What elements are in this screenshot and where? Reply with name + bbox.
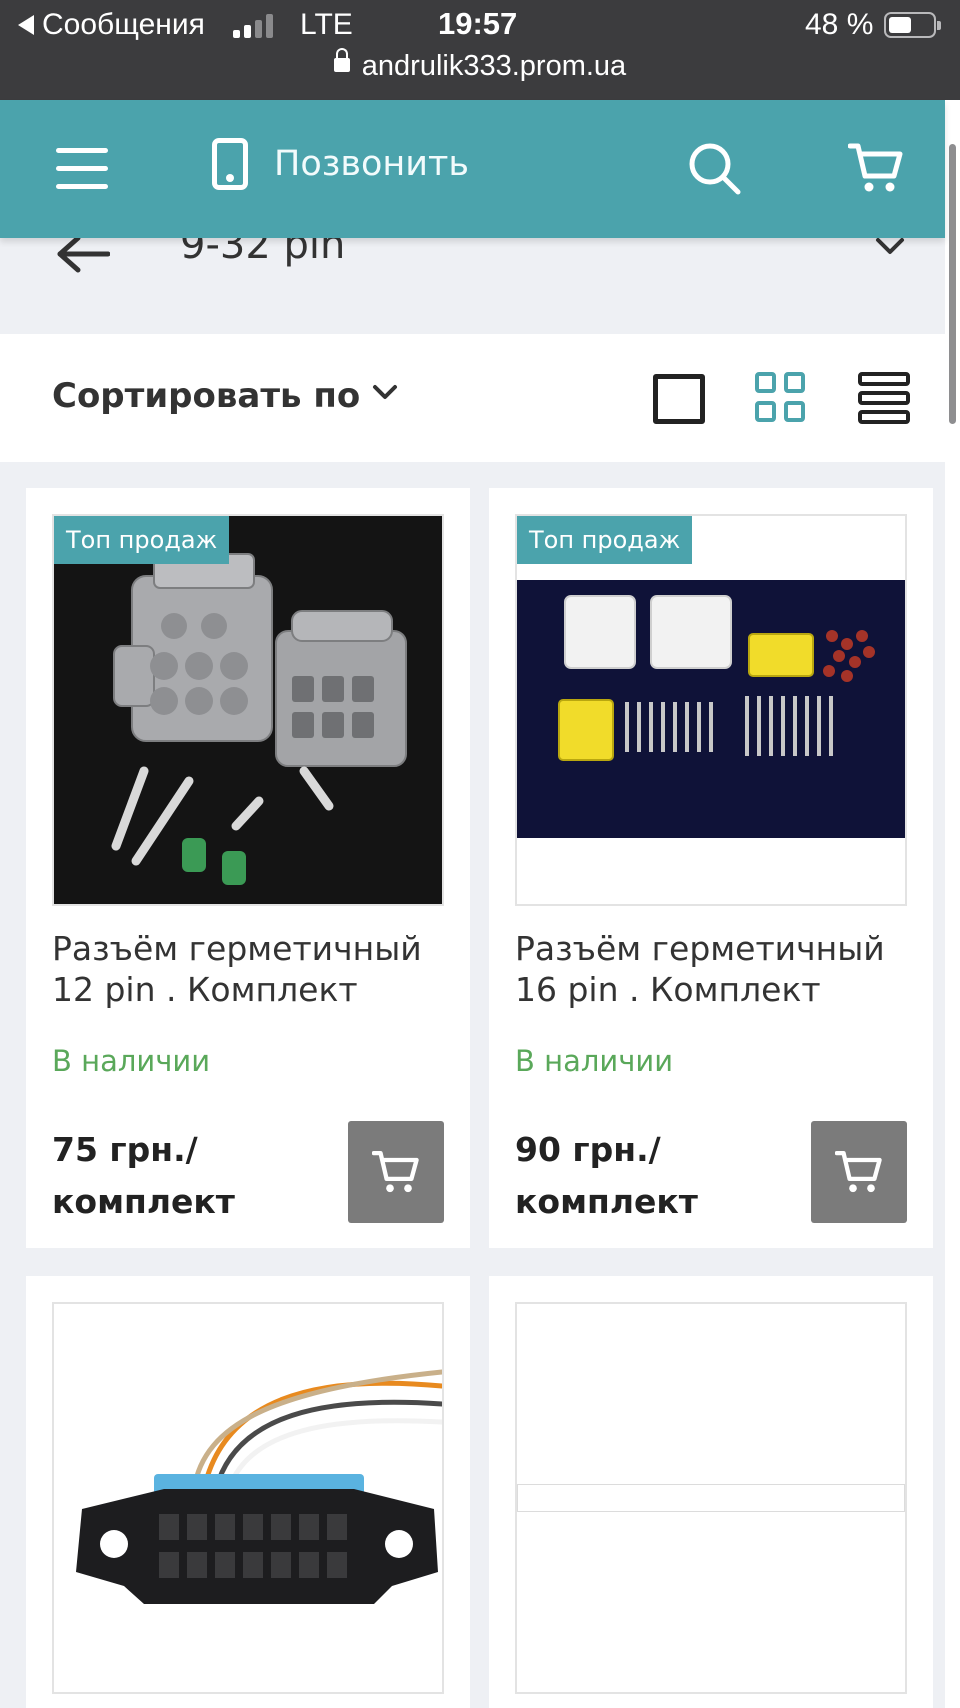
price-amount: 90 грн./ bbox=[515, 1130, 661, 1169]
add-to-cart-button[interactable] bbox=[811, 1121, 907, 1223]
stock-status: В наличии bbox=[515, 1044, 674, 1078]
connector-12pin-photo bbox=[54, 516, 442, 904]
product-price: 75 грн./ комплект bbox=[52, 1124, 235, 1228]
back-arrow-icon[interactable] bbox=[56, 238, 110, 274]
product-card[interactable] bbox=[489, 1276, 933, 1708]
product-image[interactable] bbox=[52, 1302, 444, 1694]
chevron-down-icon[interactable] bbox=[372, 384, 398, 402]
call-label: Позвонить bbox=[274, 144, 470, 184]
sort-bar: Сортировать по bbox=[0, 334, 945, 462]
product-title[interactable]: Разъём герметичный 12 pin . Комплект bbox=[52, 928, 442, 1010]
scroll-thumb[interactable] bbox=[949, 144, 956, 424]
product-image[interactable]: Топ продаж bbox=[515, 514, 907, 906]
product-card[interactable]: Топ продаж bbox=[489, 488, 933, 1248]
product-image-placeholder[interactable] bbox=[515, 1302, 907, 1694]
price-unit: комплект bbox=[515, 1182, 698, 1221]
cart-icon bbox=[835, 1151, 882, 1193]
search-icon[interactable] bbox=[688, 142, 742, 196]
product-card[interactable]: Топ продаж bbox=[26, 488, 470, 1248]
call-button[interactable]: Позвонить bbox=[212, 138, 469, 190]
menu-icon[interactable] bbox=[56, 148, 108, 190]
back-app-label: Сообщения bbox=[42, 8, 205, 41]
add-to-cart-button[interactable] bbox=[348, 1121, 444, 1223]
chevron-down-icon[interactable] bbox=[875, 238, 905, 258]
sort-dropdown[interactable]: Сортировать по bbox=[52, 376, 360, 416]
single-view-icon[interactable] bbox=[653, 374, 705, 424]
battery-icon bbox=[884, 12, 941, 38]
lock-icon bbox=[333, 48, 350, 73]
product-price: 90 грн./ комплект bbox=[515, 1124, 698, 1228]
phone-icon bbox=[212, 138, 248, 190]
connector-16pin-photo bbox=[517, 516, 905, 904]
back-to-app-button[interactable]: Сообщения bbox=[18, 8, 205, 42]
top-sales-badge: Топ продаж bbox=[54, 516, 230, 564]
price-unit: комплект bbox=[52, 1182, 235, 1221]
stock-status: В наличии bbox=[52, 1044, 211, 1078]
grid-view-icon[interactable] bbox=[755, 372, 807, 424]
price-amount: 75 грн./ bbox=[52, 1130, 198, 1169]
page-scrollbar[interactable] bbox=[945, 100, 960, 1708]
clock: 19:57 bbox=[438, 6, 518, 41]
signal-icon bbox=[233, 14, 273, 38]
product-image[interactable]: Топ продаж bbox=[52, 514, 444, 906]
back-triangle-icon bbox=[18, 15, 34, 35]
url-text: andrulik333.prom.ua bbox=[361, 50, 627, 82]
status-bar: Сообщения LTE 19:57 48 % andrulik333.pro… bbox=[0, 0, 960, 100]
category-bar: 9-32 pin bbox=[0, 222, 945, 334]
cart-icon[interactable] bbox=[848, 140, 904, 196]
obd-connector-photo bbox=[54, 1304, 442, 1692]
page: Сообщения LTE 19:57 48 % andrulik333.pro… bbox=[0, 0, 960, 1708]
address-bar[interactable]: andrulik333.prom.ua bbox=[0, 48, 960, 83]
image-loading-strip bbox=[517, 1484, 905, 1512]
product-card[interactable] bbox=[26, 1276, 470, 1708]
site-header: Позвонить bbox=[0, 100, 945, 238]
top-sales-badge: Топ продаж bbox=[517, 516, 693, 564]
product-title[interactable]: Разъём герметичный 16 pin . Комплект bbox=[515, 928, 905, 1010]
cart-icon bbox=[372, 1151, 419, 1193]
list-view-icon[interactable] bbox=[858, 372, 910, 424]
network-label: LTE bbox=[300, 8, 353, 41]
battery-percent: 48 % bbox=[805, 8, 874, 41]
